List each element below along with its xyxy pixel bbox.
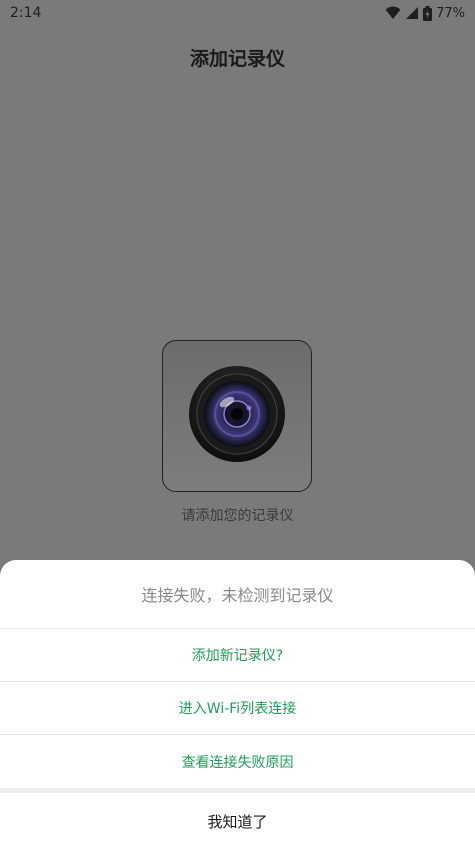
got-it-button[interactable]: 我知道了: [0, 793, 475, 844]
wifi-icon: [385, 6, 401, 20]
screen: 2:14 77% 添加记录仪 请添加您的记录仪 连接失败，未检测到记录仪 添加新…: [0, 0, 475, 844]
wifi-list-connect-option[interactable]: 进入Wi-Fi列表连接: [0, 682, 475, 735]
view-failure-reason-option[interactable]: 查看连接失败原因: [0, 735, 475, 788]
status-icons: 77%: [385, 5, 465, 21]
add-device-hint: 请添加您的记录仪: [181, 508, 294, 524]
battery-icon: [423, 5, 433, 21]
status-time: 2:14: [10, 5, 42, 21]
add-device-card[interactable]: [162, 340, 312, 492]
status-bar: 2:14 77%: [0, 0, 475, 26]
dashcam-lens-icon: [187, 364, 287, 468]
connection-failed-sheet: 连接失败，未检测到记录仪 添加新记录仪? 进入Wi-Fi列表连接 查看连接失败原…: [0, 560, 475, 844]
signal-icon: [405, 6, 419, 20]
add-new-recorder-option[interactable]: 添加新记录仪?: [0, 629, 475, 682]
sheet-title: 连接失败，未检测到记录仪: [0, 560, 475, 629]
page-title: 添加记录仪: [189, 48, 285, 70]
battery-percent: 77%: [436, 5, 465, 21]
